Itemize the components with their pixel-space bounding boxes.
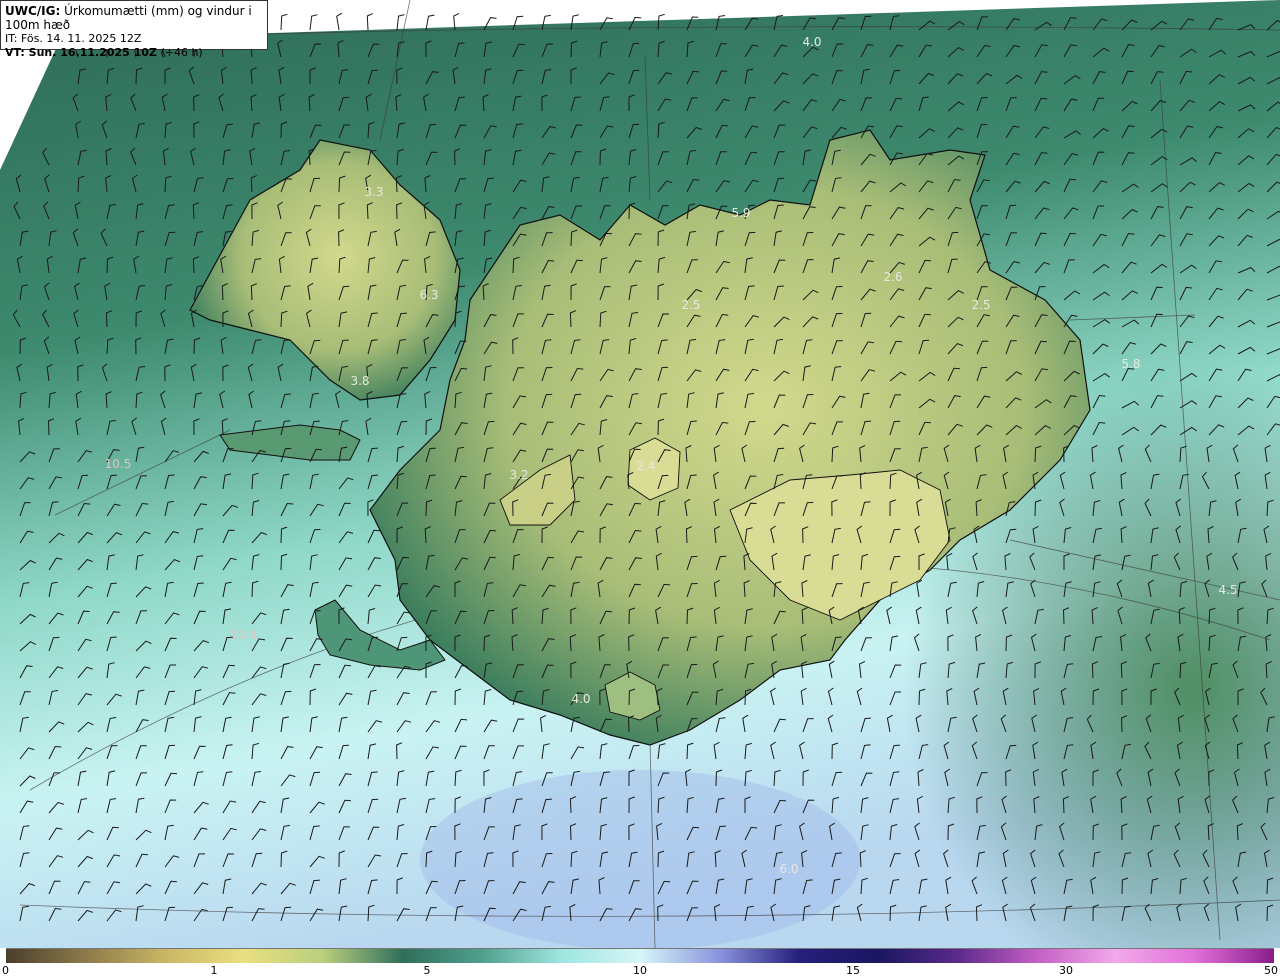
colorbar-tick: 1 (210, 964, 218, 977)
valid-time-line: VT: Sun. 16.11.2025 10Z (+46 h) (5, 46, 263, 60)
map-value-label: 6.3 (419, 288, 438, 302)
map-value-label: 10.4 (231, 628, 258, 642)
colorbar-tick: 10 (633, 964, 647, 977)
colorbar-strip (6, 948, 1274, 963)
map-value-label: 2.5 (681, 298, 700, 312)
map-value-label: 4.0 (571, 692, 590, 706)
map-info-box: UWC/IG: Úrkomumætti (mm) og vindur i 100… (0, 0, 268, 59)
colorbar-tick: 50 (1264, 964, 1278, 977)
map-value-label: 4.0 (802, 35, 821, 49)
colorbar-legend: 0 1 5 10 15 30 50 (0, 948, 1280, 978)
map-value-label: 2.6 (883, 270, 902, 284)
model-label: UWC/IG: (5, 4, 61, 18)
colorbar-tick: 5 (423, 964, 431, 977)
map-value-label: 5.8 (1121, 357, 1140, 371)
colorbar-tick: 30 (1059, 964, 1073, 977)
map-value-label: 2.5 (971, 298, 990, 312)
title-line: UWC/IG: Úrkomumætti (mm) og vindur i 100… (5, 4, 263, 32)
map-value-label: 4.5 (1218, 583, 1237, 597)
precipitation-wind-map[interactable]: 4.0 3.3 5.9 2.6 6.3 2.5 2.5 5.8 3.8 10.5 3.2 2.4 4.5… (0, 0, 1280, 948)
map-value-label: 3.2 (509, 468, 528, 482)
map-value-label: 3.8 (350, 374, 369, 388)
vt-label: VT: Sun. 16.11.2025 10Z (5, 46, 157, 59)
map-value-label: 6.0 (779, 862, 798, 876)
map-value-label: 2.4 (636, 459, 655, 473)
colorbar-tick: 15 (846, 964, 860, 977)
it-value: Fös. 14. 11. 2025 12Z (20, 32, 142, 45)
it-label: IT: (5, 32, 18, 45)
map-value-label: 3.3 (364, 185, 383, 199)
map-value-label: 5.9 (731, 206, 750, 220)
colorbar-tick: 0 (2, 964, 9, 977)
vt-offset: (+46 h) (160, 46, 203, 59)
map-value-label: 10.5 (105, 457, 132, 471)
initial-time-line: IT: Fös. 14. 11. 2025 12Z (5, 32, 263, 46)
